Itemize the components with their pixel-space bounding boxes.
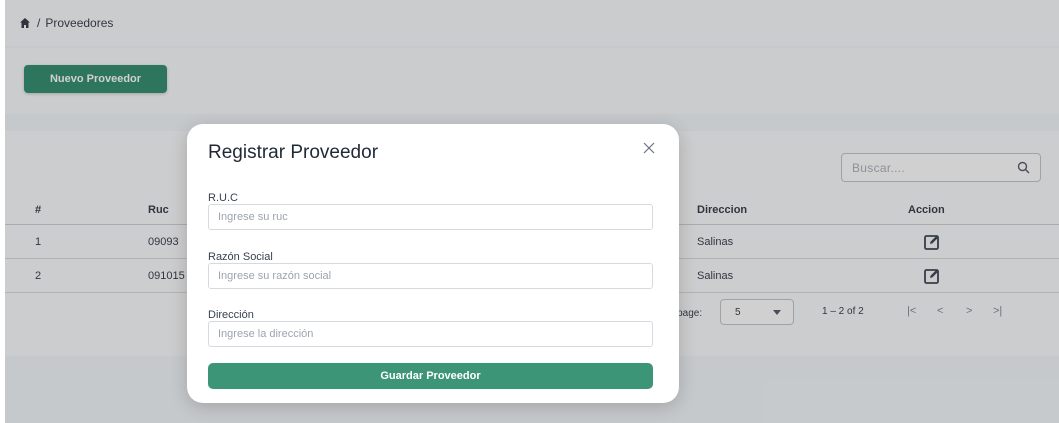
modal-title: Registrar Proveedor — [208, 142, 379, 163]
close-icon[interactable] — [642, 141, 656, 155]
save-provider-button[interactable]: Guardar Proveedor — [208, 363, 653, 389]
app-root: / Proveedores Nuevo Proveedor Buscar....… — [5, 0, 1059, 423]
direccion-label: Dirección — [208, 309, 254, 321]
razon-social-label: Razón Social — [208, 251, 273, 263]
direccion-input[interactable] — [208, 321, 653, 347]
ruc-label: R.U.C — [208, 192, 238, 204]
razon-social-input[interactable] — [208, 263, 653, 289]
register-provider-modal: Registrar Proveedor R.U.C Razón Social D… — [187, 124, 679, 403]
ruc-input[interactable] — [208, 204, 653, 230]
